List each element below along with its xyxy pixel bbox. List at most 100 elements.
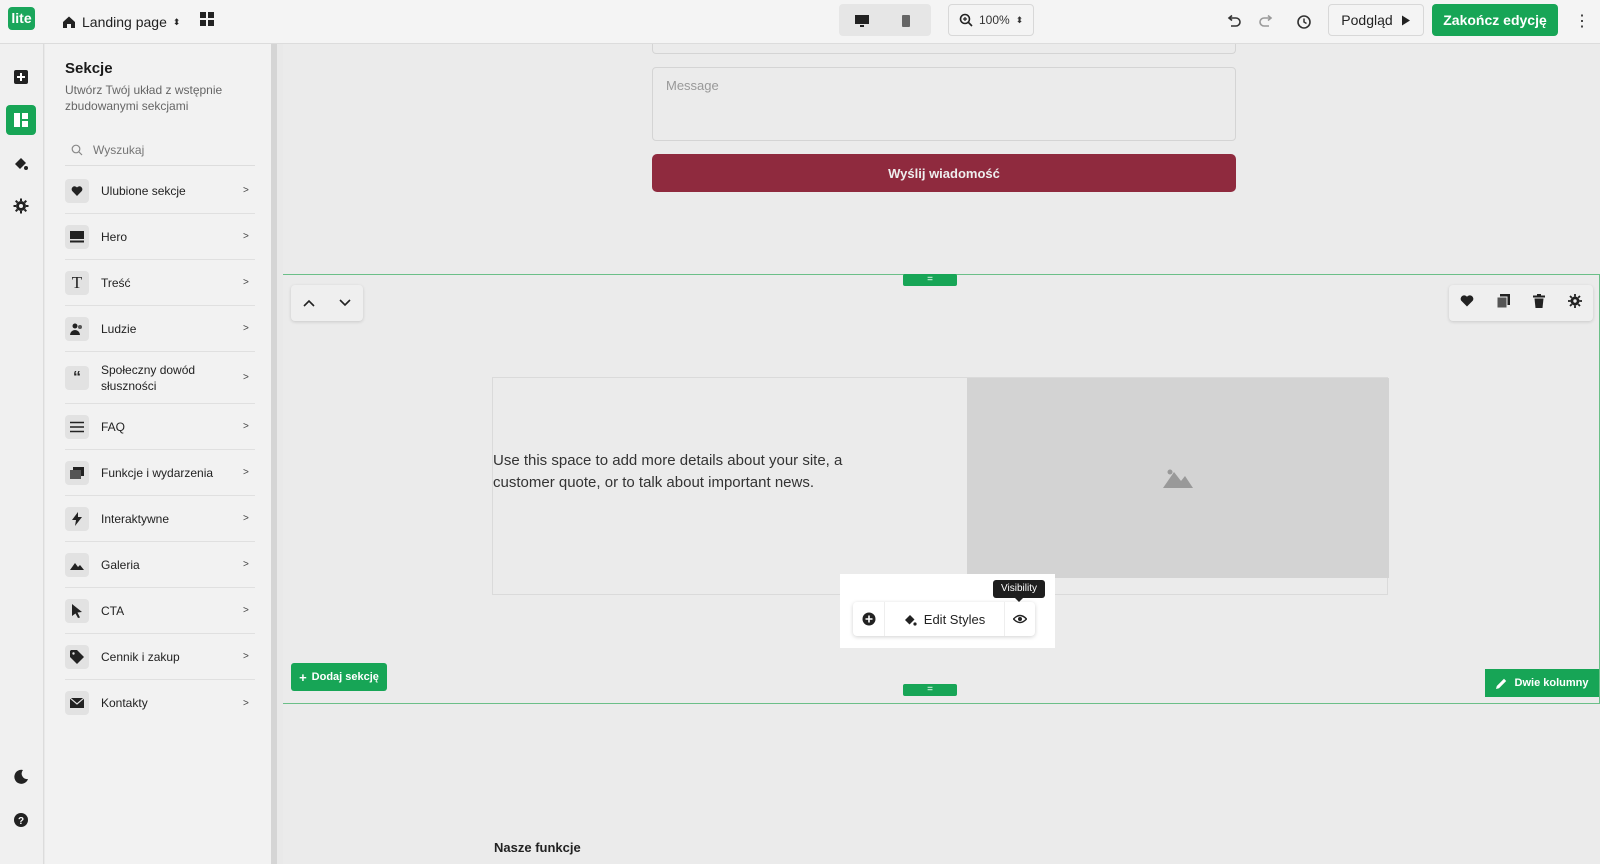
top-bar: lite Landing page ⬍ 100% ⬍ Podgląd Zakoń… <box>0 0 1600 44</box>
preview-button[interactable]: Podgląd <box>1328 4 1424 36</box>
category-cta[interactable]: CTA > <box>65 588 255 634</box>
delete-button[interactable] <box>1532 293 1545 313</box>
add-section-button[interactable]: + Dodaj sekcję <box>291 663 387 691</box>
search-field[interactable] <box>65 134 255 166</box>
move-controls <box>291 285 363 321</box>
category-label: Galeria <box>101 557 140 572</box>
section-resize-handle-top[interactable]: = <box>903 274 957 286</box>
paint-icon <box>904 614 917 626</box>
edit-styles-label: Edit Styles <box>923 611 986 627</box>
help-icon: ? <box>14 813 28 827</box>
category-features-events[interactable]: Funkcje i wydarzenia > <box>65 450 255 496</box>
duplicate-button[interactable] <box>1496 293 1511 313</box>
category-pricing[interactable]: Cennik i zakup > <box>65 634 255 680</box>
moon-icon <box>14 769 28 784</box>
left-rail: ? <box>0 44 44 864</box>
eye-icon <box>1013 614 1027 624</box>
pencil-icon <box>1495 678 1506 689</box>
section-settings-button[interactable] <box>1567 293 1582 313</box>
category-gallery[interactable]: Galeria > <box>65 542 255 588</box>
preview-label: Podgląd <box>1341 12 1393 28</box>
layout-name-button[interactable]: Dwie kolumny <box>1485 669 1599 697</box>
quote-icon: “ <box>65 365 89 390</box>
chevron-right-icon: > <box>243 185 249 196</box>
styles-button[interactable] <box>6 148 36 178</box>
app-logo[interactable]: lite <box>8 7 35 30</box>
bolt-icon <box>65 506 89 531</box>
copy-icon <box>1496 293 1511 308</box>
zoom-control[interactable]: 100% ⬍ <box>948 4 1034 36</box>
edit-styles-button[interactable]: Edit Styles <box>885 602 1005 636</box>
visibility-tooltip: Visibility <box>993 580 1045 602</box>
mobile-icon <box>902 15 910 27</box>
add-element-button[interactable] <box>6 62 36 92</box>
visibility-button[interactable] <box>1005 602 1035 636</box>
chevron-right-icon: > <box>243 513 249 524</box>
category-label: Kontakty <box>101 696 148 710</box>
previous-input-field[interactable] <box>652 44 1236 54</box>
section-resize-handle-bottom[interactable]: = <box>903 684 957 696</box>
chevron-right-icon: > <box>243 372 249 383</box>
category-social-proof[interactable]: “ Społeczny dowód słuszności > <box>65 352 255 404</box>
category-content[interactable]: T Treść > <box>65 260 255 306</box>
category-faq[interactable]: FAQ > <box>65 404 255 450</box>
trash-icon <box>1532 293 1545 308</box>
sections-button[interactable] <box>6 105 36 135</box>
send-message-button[interactable]: Wyślij wiadomość <box>652 154 1236 192</box>
layout-name-label: Dwie kolumny <box>1514 677 1589 689</box>
undo-button[interactable] <box>1222 10 1246 34</box>
image-placeholder[interactable] <box>967 378 1389 578</box>
history-button[interactable] <box>1292 10 1316 34</box>
plus-square-icon <box>14 70 28 84</box>
category-interactive[interactable]: Interaktywne > <box>65 496 255 542</box>
more-menu-button[interactable]: ⋮ <box>1570 10 1594 34</box>
help-button[interactable]: ? <box>6 805 36 835</box>
move-up-button[interactable] <box>303 294 315 312</box>
two-column-block[interactable]: Use this space to add more details about… <box>492 377 1389 595</box>
pages-grid-icon[interactable] <box>199 11 219 31</box>
category-hero[interactable]: Hero > <box>65 214 255 260</box>
chevron-right-icon: > <box>243 467 249 478</box>
page-selector[interactable]: Landing page ⬍ <box>62 10 180 34</box>
dark-mode-button[interactable] <box>6 762 36 792</box>
next-section-title[interactable]: Nasze funkcje <box>494 840 581 855</box>
gear-icon <box>1567 293 1582 308</box>
play-icon <box>1401 15 1410 25</box>
gear-icon <box>13 198 29 214</box>
finish-editing-button[interactable]: Zakończ edycję <box>1432 4 1558 36</box>
message-textarea[interactable]: Message <box>652 67 1236 141</box>
features-icon <box>65 460 89 485</box>
add-section-label: Dodaj sekcję <box>311 671 379 683</box>
section-tools <box>1449 285 1593 321</box>
plus-circle-icon <box>862 612 875 626</box>
svg-text:?: ? <box>18 816 24 827</box>
chevron-right-icon: > <box>243 651 249 662</box>
category-contacts[interactable]: Kontakty > <box>65 680 255 726</box>
desktop-view-button[interactable] <box>843 8 881 34</box>
favorite-button[interactable] <box>1460 294 1474 312</box>
category-label: Treść <box>101 275 131 290</box>
mail-icon <box>65 691 89 715</box>
section-text[interactable]: Use this space to add more details about… <box>493 450 903 494</box>
redo-button[interactable] <box>1254 10 1278 34</box>
zoom-icon <box>959 13 973 27</box>
chevron-right-icon: > <box>243 323 249 334</box>
category-label: CTA <box>101 603 125 618</box>
category-favorites[interactable]: Ulubione sekcje > <box>65 168 255 214</box>
category-label: Ludzie <box>101 321 137 336</box>
category-people[interactable]: Ludzie > <box>65 306 255 352</box>
mobile-view-button[interactable] <box>887 8 925 34</box>
tag-icon <box>65 644 89 669</box>
category-label: Cennik i zakup <box>101 649 180 664</box>
updown-icon: ⬍ <box>172 16 181 27</box>
redo-icon <box>1259 14 1273 27</box>
chevron-down-icon <box>339 299 351 307</box>
editor-canvas: Message Wyślij wiadomość = = Use this sp… <box>283 44 1600 864</box>
chevron-right-icon: > <box>243 559 249 570</box>
people-icon <box>65 316 89 341</box>
settings-button[interactable] <box>6 191 36 221</box>
move-down-button[interactable] <box>339 294 351 312</box>
add-element-button[interactable] <box>853 602 885 636</box>
chevron-up-icon <box>303 299 315 307</box>
search-input[interactable] <box>93 142 243 157</box>
